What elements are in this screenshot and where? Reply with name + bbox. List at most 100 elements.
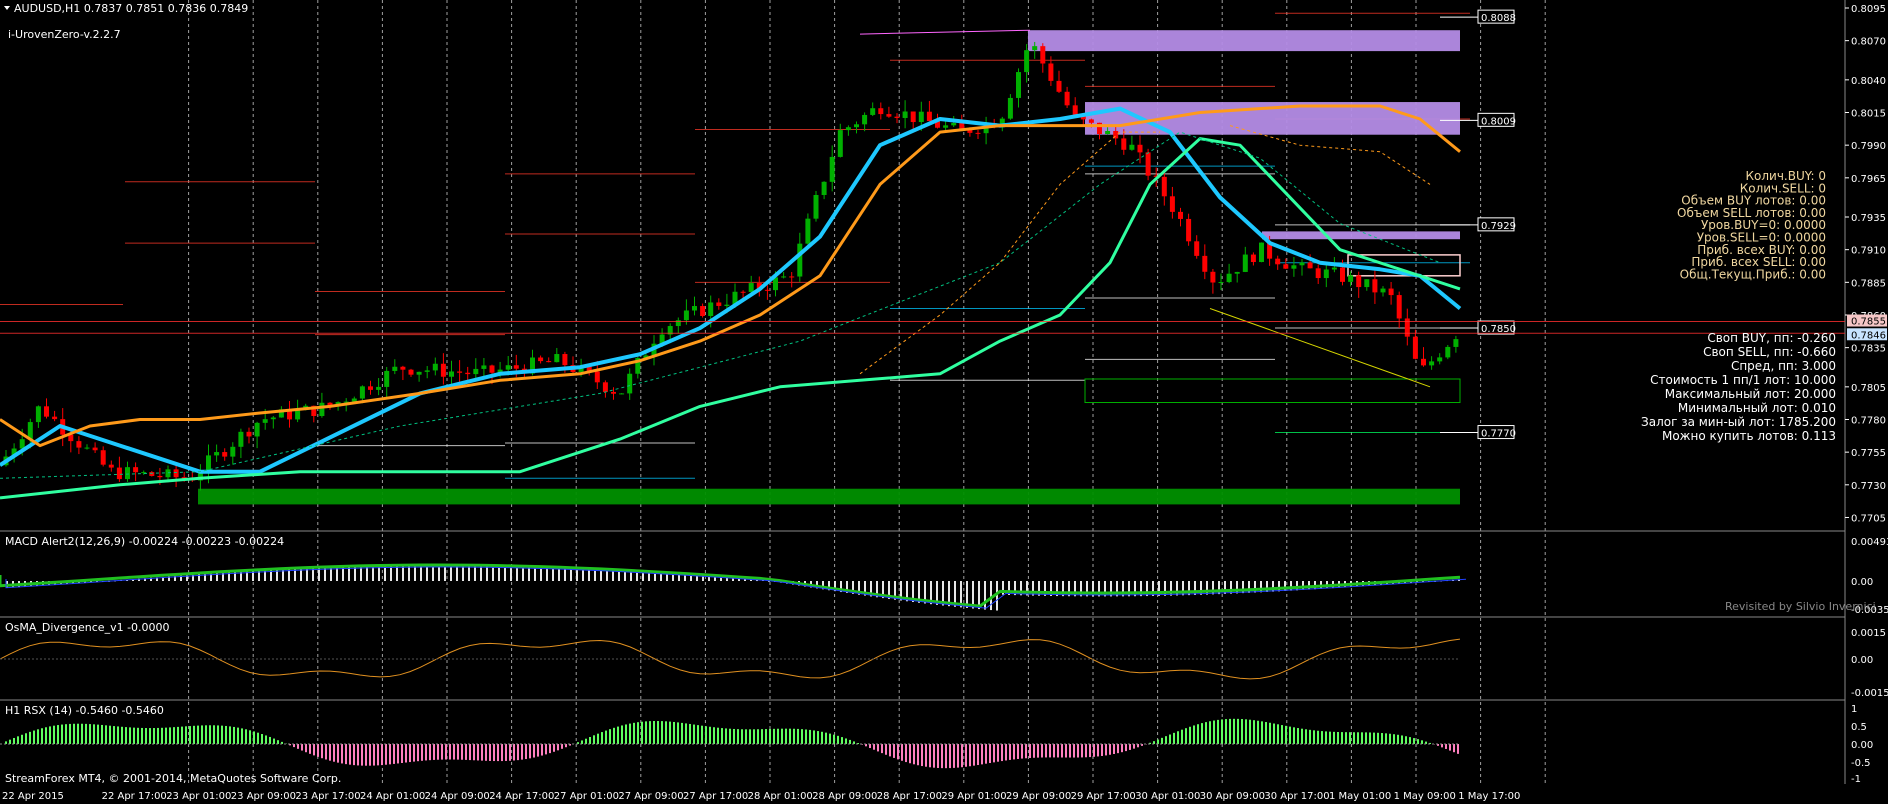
- candle-body: [1129, 144, 1135, 150]
- candle-body: [173, 469, 179, 478]
- candle-body: [295, 409, 301, 420]
- price-label: 0.7755: [1851, 448, 1886, 459]
- time-label: 29 Apr 09:00: [1006, 791, 1071, 802]
- macd-bar: [702, 576, 704, 581]
- candle-body: [376, 386, 382, 390]
- candle-body: [489, 365, 495, 373]
- macd-bar: [456, 565, 458, 581]
- macd-bar: [618, 570, 620, 581]
- candle-body: [505, 365, 511, 370]
- candle-body: [740, 291, 746, 293]
- candle-body: [392, 366, 398, 371]
- candle-body: [246, 431, 252, 437]
- price-label: 0.7990: [1851, 141, 1886, 152]
- macd-bar: [576, 568, 578, 581]
- candle-body: [141, 472, 147, 474]
- candle-body: [1356, 275, 1362, 288]
- tag-label: 0.7929: [1481, 221, 1516, 232]
- chart-window[interactable]: 0.80880.80090.79290.78500.7770 0.004930.…: [0, 0, 1888, 804]
- candle-body: [692, 306, 697, 311]
- candle-body: [1242, 254, 1248, 272]
- candle-body: [19, 439, 25, 449]
- zone-box: [198, 488, 1460, 505]
- macd-bar: [594, 569, 596, 581]
- candle-body: [108, 464, 114, 468]
- candle-body: [1250, 254, 1256, 263]
- price-label: 0.7805: [1851, 383, 1886, 394]
- candle-body: [513, 365, 519, 369]
- time-label: 27 Apr 17:00: [683, 791, 748, 802]
- macd-bar: [354, 566, 356, 581]
- time-label: 23 Apr 01:00: [166, 791, 231, 802]
- candle-body: [1348, 275, 1354, 282]
- macd-bar: [486, 566, 488, 581]
- candle-body: [1421, 358, 1426, 366]
- macd-bar: [366, 566, 368, 581]
- macd-bar: [342, 567, 344, 581]
- macd-bar: [642, 572, 644, 581]
- time-label: 30 Apr 17:00: [1264, 791, 1329, 802]
- rsx-tick: -1: [1851, 774, 1861, 785]
- candle-body: [92, 447, 98, 451]
- osma-tick: -0.0015: [1851, 688, 1888, 699]
- candle-body: [862, 114, 868, 125]
- macd-bar: [564, 568, 566, 581]
- macd-bar: [528, 566, 530, 581]
- zone-box: [1028, 30, 1460, 52]
- macd-bar: [462, 565, 464, 581]
- info-row: Стоимость 1 пп/1 лот: 10.000: [1650, 373, 1836, 387]
- macd-bar: [450, 565, 452, 581]
- candle-body: [619, 393, 625, 395]
- macd-bar: [672, 574, 674, 581]
- candle-body: [1088, 119, 1094, 123]
- macd-bar: [708, 576, 710, 581]
- candle-body: [813, 194, 819, 219]
- candle-body: [562, 354, 568, 366]
- macd-bar: [480, 565, 482, 581]
- candle-body: [829, 156, 835, 182]
- candle-body: [1445, 346, 1451, 358]
- candle-body: [554, 354, 560, 363]
- macd-bar: [378, 566, 380, 581]
- candle-body: [902, 111, 908, 118]
- macd-bar: [372, 566, 374, 581]
- candle-body: [1210, 271, 1216, 283]
- candle-body: [1194, 241, 1200, 256]
- candle-body: [1412, 336, 1418, 359]
- macd-bar: [636, 571, 638, 581]
- candle-body: [1145, 152, 1151, 176]
- macd-bar: [468, 565, 470, 581]
- rsx-tick: -0.5: [1851, 758, 1871, 769]
- candle-body: [384, 370, 390, 387]
- bid-label: 0.7846: [1851, 330, 1886, 341]
- candle-body: [1016, 72, 1021, 98]
- candle-body: [748, 283, 754, 292]
- candle-body: [1323, 269, 1329, 279]
- macd-bar: [684, 574, 686, 581]
- candle-body: [1202, 255, 1208, 272]
- macd-bar: [492, 566, 494, 581]
- macd-tick: 0.00: [1851, 577, 1873, 588]
- candle-body: [1291, 265, 1297, 269]
- macd-bar: [396, 565, 398, 581]
- macd-bar: [648, 572, 650, 581]
- macd-bar: [630, 571, 632, 581]
- candle-body: [805, 218, 811, 244]
- macd-bar: [474, 565, 476, 581]
- candle-body: [894, 116, 900, 118]
- time-label: 1 May 09:00: [1394, 791, 1456, 802]
- macd-bar: [678, 574, 680, 581]
- macd-bar: [546, 567, 548, 581]
- candle-body: [870, 108, 876, 115]
- candle-body: [700, 306, 706, 316]
- candle-body: [1234, 271, 1240, 274]
- macd-bar: [432, 565, 434, 581]
- candle-body: [84, 447, 90, 449]
- price-label: 0.7835: [1851, 344, 1886, 355]
- time-label: 1 May 17:00: [1458, 791, 1520, 802]
- time-label: 22 Apr 17:00: [102, 791, 167, 802]
- candle-body: [683, 310, 689, 321]
- candle-body: [611, 391, 616, 394]
- macd-bar: [624, 571, 626, 581]
- indicator-name: i-UrovenZero-v.2.2.7: [8, 28, 121, 41]
